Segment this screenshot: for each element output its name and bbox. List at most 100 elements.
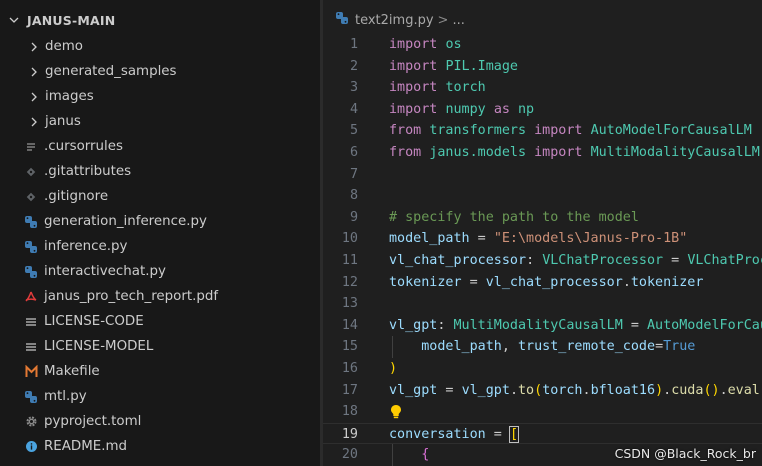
code-token: os (445, 37, 462, 52)
python-icon (24, 265, 38, 279)
code-token: MultiModalityCausalLM (590, 144, 760, 160)
code-text: from janus.models import MultiModalityCa… (389, 142, 760, 164)
code-line[interactable]: 7 (323, 164, 762, 186)
code-line[interactable]: 14 vl_gpt: MultiModalityCausalLM = AutoMo… (323, 315, 762, 337)
breadcrumb-ellipsis[interactable]: ... (452, 13, 464, 28)
file-item[interactable]: mtl.py (0, 384, 323, 409)
code-token: = (469, 231, 494, 247)
code-token: VLChatProcessor (687, 252, 762, 268)
file-item[interactable]: pyproject.toml (0, 409, 323, 434)
code-token: from (389, 123, 422, 139)
file-item[interactable]: .gitignore (0, 184, 323, 209)
code-text: vl_chat_processor: VLChatProcessor = VLC… (389, 250, 762, 272)
code-text: model_path, trust_remote_code=True (389, 336, 695, 358)
code-line[interactable]: 16) (323, 358, 762, 380)
file-item[interactable]: LICENSE-CODE (0, 309, 323, 334)
file-item[interactable]: generation_inference.py (0, 209, 323, 234)
code-editor[interactable]: text2img.py > ... 1 import os 2 import PIL.… (323, 0, 762, 466)
code-line[interactable]: 15 model_path, trust_remote_code=True (323, 336, 762, 358)
code-token: vl_gpt (389, 317, 438, 333)
tree-item-label: janus (45, 114, 81, 129)
code-token: . (582, 382, 591, 398)
code-token: vl_gpt (389, 382, 438, 398)
code-token: ( (534, 382, 543, 398)
folder-item[interactable]: janus (0, 109, 323, 134)
code-token: . (622, 274, 631, 290)
code-line[interactable]: 2 import PIL.Image (323, 56, 762, 78)
code-token: { (421, 447, 430, 463)
code-line[interactable]: 17 vl_gpt = vl_gpt.to(torch.bfloat16).cud… (323, 380, 762, 402)
code-line[interactable]: 1 import os (323, 34, 762, 56)
git-diamond-icon (24, 190, 38, 204)
line-number: 4 (349, 101, 358, 117)
tree-item-label: interactivechat.py (44, 264, 166, 279)
line-number: 8 (349, 188, 358, 204)
code-line[interactable]: 8 (323, 185, 762, 207)
file-item[interactable]: README.md (0, 434, 323, 459)
code-text: import os (389, 34, 462, 56)
folder-item[interactable]: images (0, 84, 323, 109)
line-number: 2 (349, 58, 358, 74)
code-token: PIL.Image (445, 58, 518, 74)
lines-file-icon (24, 140, 38, 154)
file-item[interactable]: interactivechat.py (0, 259, 323, 284)
makefile-m-icon (24, 365, 38, 379)
code-token: ) (389, 360, 398, 376)
code-line[interactable]: 5 from transformers import AutoModelForCa… (323, 120, 762, 142)
breadcrumb-file[interactable]: text2img.py (355, 13, 434, 28)
code-text: import numpy as np (389, 99, 534, 121)
python-icon (24, 240, 38, 254)
code-token: MultiModalityCausalLM (453, 317, 623, 333)
code-line[interactable]: 3 import torch (323, 77, 762, 99)
code-line[interactable]: 12 tokenizer = vl_chat_processor.tokenize… (323, 272, 762, 294)
code-lines[interactable]: 1 import os 2 import PIL.Image 3 import torch… (323, 34, 762, 466)
folder-item[interactable]: generated_samples (0, 59, 323, 84)
code-line[interactable]: 19 conversation = [ (323, 422, 762, 445)
code-token: conversation (389, 426, 486, 442)
line-number: 14 (341, 317, 358, 333)
code-text: vl_gpt = vl_gpt.to(torch.bfloat16).cuda(… (389, 380, 762, 402)
line-number: 16 (341, 360, 358, 376)
code-line[interactable]: 18 (323, 401, 762, 423)
code-token: numpy (445, 101, 486, 117)
folder-item[interactable]: demo (0, 34, 323, 59)
code-text: import torch (389, 77, 486, 99)
lightbulb-icon[interactable] (389, 404, 403, 420)
file-item[interactable]: janus_pro_tech_report.pdf (0, 284, 323, 309)
line-number: 12 (341, 274, 358, 290)
line-number: 3 (349, 80, 358, 96)
code-text: import PIL.Image (389, 56, 518, 78)
code-token: "E:\models\Janus-Pro-1B" (493, 231, 688, 247)
file-tree: demo generated_samples images janus .cursorr… (0, 34, 323, 459)
code-token: . (719, 382, 728, 398)
code-line[interactable]: 13 (323, 293, 762, 315)
code-text: tokenizer = vl_chat_processor.tokenizer (389, 272, 703, 294)
file-item[interactable]: .cursorrules (0, 134, 323, 159)
code-text: model_path = "E:\models\Janus-Pro-1B" (389, 228, 687, 250)
code-line[interactable]: 11 vl_chat_processor: VLChatProcessor = V… (323, 250, 762, 272)
code-line[interactable]: 10 model_path = "E:\models\Janus-Pro-1B" (323, 228, 762, 250)
code-text: from transformers import AutoModelForCau… (389, 120, 752, 142)
code-token: = (485, 426, 510, 442)
file-item[interactable]: Makefile (0, 359, 323, 384)
line-number: 15 (341, 339, 358, 355)
code-line[interactable]: 4 import numpy as np (323, 99, 762, 121)
file-item[interactable]: inference.py (0, 234, 323, 259)
code-token: = (461, 274, 486, 290)
explorer-root[interactable]: JANUS-MAIN (0, 8, 323, 32)
code-text: ) (389, 358, 397, 380)
code-token: cuda (671, 382, 704, 398)
file-item[interactable]: .gitattributes (0, 159, 323, 184)
code-line[interactable]: 9 # specify the path to the model (323, 207, 762, 229)
code-line[interactable]: 6 from janus.models import MultiModalityC… (323, 142, 762, 164)
explorer-root-label: JANUS-MAIN (27, 12, 116, 28)
line-number: 10 (341, 231, 358, 247)
python-icon (24, 215, 38, 229)
watermark: CSDN @Black_Rock_br (614, 446, 756, 461)
file-item[interactable]: LICENSE-MODEL (0, 334, 323, 359)
